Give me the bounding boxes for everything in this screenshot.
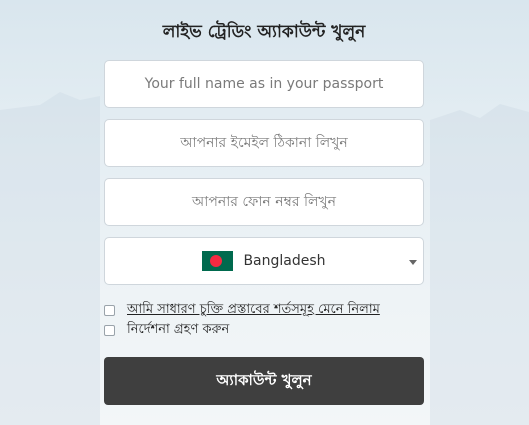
account-form: লাইভ ট্রেডিং অ্যাকাউন্ট খুলুন Bangladesh…	[104, 0, 424, 405]
guide-label: নির্দেশনা গ্রহণ করুন	[127, 322, 230, 337]
terms-row: আমি সাধারণ চুক্তি প্রস্তাবের শর্তসমূহ মে…	[104, 300, 380, 321]
country-label: Bangladesh	[243, 253, 326, 269]
country-select[interactable]: Bangladesh	[104, 237, 424, 285]
email-input[interactable]	[105, 120, 423, 166]
guide-checkbox[interactable]	[104, 325, 115, 336]
terms-link[interactable]: আমি সাধারণ চুক্তি প্রস্তাবের শর্তসমূহ মে…	[127, 300, 380, 321]
country-selected: Bangladesh	[105, 238, 423, 284]
terms-checkbox[interactable]	[104, 305, 115, 316]
email-field[interactable]	[104, 119, 424, 167]
phone-field[interactable]	[104, 178, 424, 226]
chevron-down-icon	[409, 260, 417, 265]
guide-row: নির্দেশনা গ্রহণ করুন	[104, 320, 229, 341]
open-account-button[interactable]: অ্যাকাউন্ট খুলুন	[104, 357, 424, 405]
full-name-field[interactable]	[104, 60, 424, 108]
form-title: লাইভ ট্রেডিং অ্যাকাউন্ট খুলুন	[162, 22, 366, 42]
full-name-input[interactable]	[105, 61, 423, 107]
phone-input[interactable]	[105, 179, 423, 225]
bangladesh-flag-icon	[202, 251, 234, 271]
